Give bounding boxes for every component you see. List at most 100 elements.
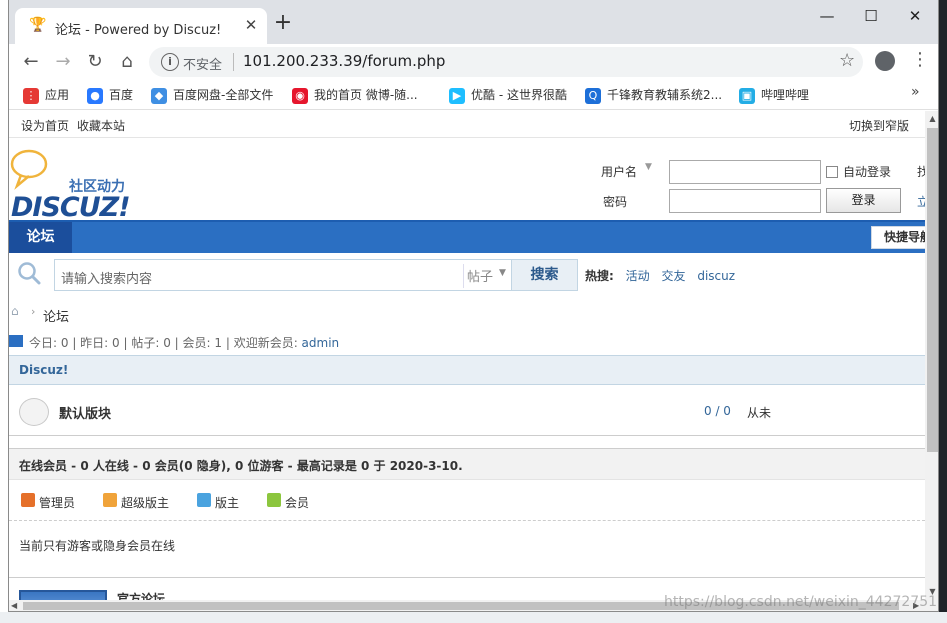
apps-grid-icon: ⋮ <box>23 87 39 104</box>
page-content: 设为首页 收藏本站 切换到窄版 社区动力 DISCUZ! 用户名 ▼ 自动登录 … <box>9 111 925 600</box>
forgot-password-link[interactable]: 找 <box>917 163 925 180</box>
bookmark-label: 百度网盘-全部文件 <box>173 88 274 102</box>
site-topbar: 设为首页 收藏本站 切换到窄版 <box>9 111 925 138</box>
legend-moderator: 版主 <box>215 496 240 510</box>
bookmark-label: 百度 <box>109 88 134 102</box>
stat-today: 今日: 0 <box>29 336 69 350</box>
stat-welcome: 欢迎新会员: <box>233 336 302 350</box>
search-divider <box>463 264 464 288</box>
scroll-left-icon[interactable]: ◀ <box>11 600 17 611</box>
bookmark-baidu[interactable]: ● 百度 <box>87 86 133 106</box>
bookmark-star-icon[interactable]: ☆ <box>839 50 855 71</box>
security-label: 不安全 <box>183 58 223 73</box>
breadcrumb-current[interactable]: 论坛 <box>43 306 69 325</box>
hot-term-link[interactable]: 交友 <box>661 269 685 283</box>
tab-forum[interactable]: 🏆 论坛 - Powered by Discuz! ✕ <box>15 8 267 44</box>
logo-wordmark: DISCUZ! <box>11 192 131 223</box>
vertical-scrollbar[interactable]: ▲ ▼ <box>925 111 938 600</box>
forum-name-link[interactable]: 默认版块 <box>59 403 111 422</box>
hot-search-label: 热搜: <box>585 269 614 283</box>
bookmark-label: 我的首页 微博-随... <box>314 88 418 102</box>
chevron-down-icon[interactable]: ▼ <box>645 162 652 172</box>
category-title[interactable]: Discuz! <box>19 363 68 377</box>
register-link[interactable]: 立 <box>917 193 925 210</box>
forum-counts: 0 / 0 <box>704 404 731 418</box>
bookmark-label: 优酷 - 这世界很酷 <box>471 88 567 102</box>
minimize-button[interactable]: — <box>805 4 849 28</box>
bookmark-weibo[interactable]: ◉ 我的首页 微博-随... <box>292 86 418 106</box>
forum-last-post: 从未 <box>747 406 772 420</box>
search-placeholder: 请输入搜索内容 <box>61 272 153 287</box>
stats-chart-icon <box>9 335 23 347</box>
super-moderator-icon <box>103 493 117 507</box>
search-bar: 请输入搜索内容 帖子 ▼ 搜索 热搜: 活动 交友 discuz <box>9 253 925 297</box>
bookmark-qianfeng[interactable]: Q 千锋教育教辅系统2... <box>585 86 722 106</box>
scroll-up-icon[interactable]: ▲ <box>925 111 938 126</box>
baidu-netdisk-icon: ◆ <box>151 87 167 104</box>
username-field[interactable] <box>669 160 821 184</box>
bookmark-youku[interactable]: ▶ 优酷 - 这世界很酷 <box>449 86 567 106</box>
vertical-scroll-thumb[interactable] <box>927 128 938 452</box>
legend-super-moderator: 超级版主 <box>121 496 170 510</box>
login-button[interactable]: 登录 <box>826 188 901 213</box>
breadcrumb: ⌂ › 论坛 <box>9 297 925 327</box>
search-input[interactable]: 请输入搜索内容 帖子 ▼ <box>54 259 512 291</box>
member-legend: 管理员 超级版主 版主 会员 <box>9 481 925 521</box>
maximize-button[interactable]: ☐ <box>849 4 893 28</box>
password-field[interactable] <box>669 189 821 213</box>
login-form: 用户名 ▼ 自动登录 密码 登录 找 立 <box>599 160 925 220</box>
bookmarks-bar: ⋮ 应用 ● 百度 ◆ 百度网盘-全部文件 ◉ 我的首页 微博-随... ▶ 优酷 - 这… <box>9 80 938 110</box>
search-button[interactable]: 搜索 <box>512 259 578 291</box>
back-icon[interactable]: ← <box>19 50 43 74</box>
bookmark-baidu-netdisk[interactable]: ◆ 百度网盘-全部文件 <box>151 86 273 106</box>
discuz-logo[interactable]: 社区动力 DISCUZ! <box>9 146 149 223</box>
newest-member-link[interactable]: admin <box>302 336 340 350</box>
stats-text: 今日: 0 | 昨日: 0 | 帖子: 0 | 会员: 1 | 欢迎新会员: a… <box>29 336 340 350</box>
breadcrumb-separator-icon: › <box>31 305 36 318</box>
address-divider <box>233 53 234 71</box>
search-icon <box>18 262 41 285</box>
username-label[interactable]: 用户名 <box>601 163 637 180</box>
moderator-icon <box>197 493 211 507</box>
switch-narrow-link[interactable]: 切换到窄版 <box>849 117 909 134</box>
bookmark-bilibili[interactable]: ▣ 哔哩哔哩 <box>739 86 809 106</box>
chevron-down-icon[interactable]: ▼ <box>499 268 506 278</box>
forum-row: 默认版块 0 / 0 从未 <box>9 386 925 436</box>
menu-kebab-icon[interactable]: ⋮ <box>911 49 929 70</box>
reload-icon[interactable]: ↻ <box>83 50 107 74</box>
auto-login-label[interactable]: 自动登录 <box>843 163 891 180</box>
official-forum-label[interactable]: 官方论坛 <box>117 590 165 600</box>
address-bar[interactable]: i 不安全 101.200.233.39/forum.php ☆ <box>149 47 863 77</box>
home-icon[interactable]: ⌂ <box>115 50 139 74</box>
desktop-background-bottom <box>0 612 947 623</box>
url-text[interactable]: 101.200.233.39/forum.php <box>243 52 445 70</box>
hot-term-link[interactable]: discuz <box>697 269 735 283</box>
home-icon[interactable]: ⌂ <box>11 305 23 317</box>
favorite-site-link[interactable]: 收藏本站 <box>77 117 125 134</box>
set-home-link[interactable]: 设为首页 <box>21 117 69 134</box>
online-note: 当前只有游客或隐身会员在线 <box>19 539 176 553</box>
bookmark-apps[interactable]: ⋮ 应用 <box>23 86 69 106</box>
forward-icon[interactable]: → <box>51 50 75 74</box>
forum-stats: 今日: 0 | 昨日: 0 | 帖子: 0 | 会员: 1 | 欢迎新会员: a… <box>9 327 925 355</box>
auto-login-checkbox[interactable] <box>826 166 838 178</box>
weibo-icon: ◉ <box>292 87 308 104</box>
new-tab-button[interactable]: + <box>271 12 295 36</box>
official-forum-banner[interactable] <box>19 590 107 600</box>
youku-icon: ▶ <box>449 87 465 104</box>
speech-bubble-icon <box>10 149 48 190</box>
search-type-select[interactable]: 帖子 <box>467 266 493 285</box>
quick-nav-button[interactable]: 快捷导航 <box>871 226 925 249</box>
stat-posts: 帖子: 0 <box>131 336 171 350</box>
close-window-button[interactable]: ✕ <box>893 4 937 28</box>
nav-tab-forum[interactable]: 论坛 <box>9 222 72 253</box>
profile-avatar-icon[interactable] <box>875 51 895 71</box>
qianfeng-icon: Q <box>585 87 601 104</box>
legend-admin: 管理员 <box>39 496 76 510</box>
bookmarks-overflow-icon[interactable]: » <box>911 84 920 100</box>
info-icon[interactable]: i <box>161 53 179 71</box>
hot-term-link[interactable]: 活动 <box>626 269 650 283</box>
main-navbar: 论坛 快捷导航 <box>9 220 925 253</box>
watermark-text: https://blog.csdn.net/weixin_44272751 <box>664 594 938 610</box>
close-tab-icon[interactable]: ✕ <box>241 15 261 35</box>
